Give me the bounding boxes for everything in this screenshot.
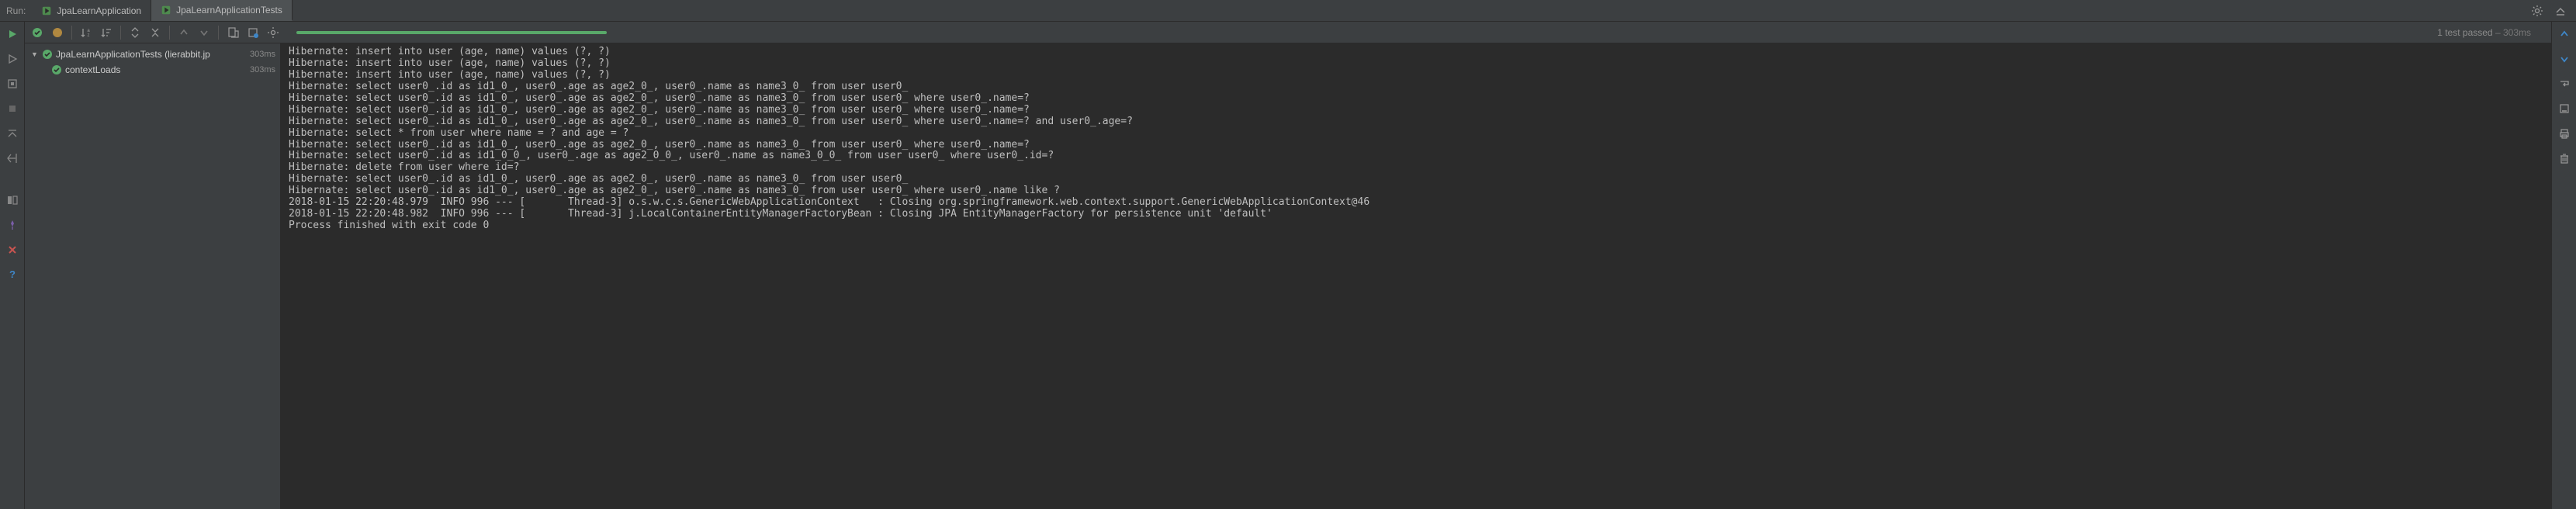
tree-test-row[interactable]: contextLoads 303ms [25, 62, 280, 78]
toggle-auto-icon[interactable] [5, 76, 20, 92]
sort-duration-icon[interactable] [99, 25, 114, 40]
layout-icon[interactable] [5, 192, 20, 208]
rerun-failed-icon[interactable] [5, 51, 20, 67]
test-status-text: 1 test passed – 303ms [2437, 27, 2547, 38]
scroll-up-icon[interactable] [2557, 26, 2572, 42]
console-line: Hibernate: select user0_.id as id1_0_, u… [289, 81, 2543, 93]
collapse-all-icon[interactable] [147, 25, 163, 40]
run-config-icon [161, 5, 171, 16]
right-gutter [2551, 22, 2576, 509]
console-line: Hibernate: select user0_.id as id1_0_, u… [289, 93, 2543, 105]
prev-failed-icon[interactable] [176, 25, 192, 40]
run-tabbar: Run: JpaLearnApplication JpaLearnApplica… [0, 0, 2576, 22]
console-line: Hibernate: select user0_.id as id1_0_, u… [289, 185, 2543, 197]
tab-jpalearnapplicationtests[interactable]: JpaLearnApplicationTests [151, 0, 293, 21]
settings-icon[interactable] [265, 25, 281, 40]
console-line: Hibernate: insert into user (age, name) … [289, 70, 2543, 81]
console-line: Hibernate: select user0_.id as id1_0_0_,… [289, 151, 2543, 162]
console-line: Hibernate: delete from user where id=? [289, 162, 2543, 174]
console-line: Process finished with exit code 0 [289, 220, 2543, 232]
console-line: Hibernate: insert into user (age, name) … [289, 58, 2543, 70]
export-icon[interactable] [225, 25, 241, 40]
console-line: Hibernate: select user0_.id as id1_0_, u… [289, 105, 2543, 116]
console-line: 2018-01-15 22:20:48.979 INFO 996 --- [ T… [289, 197, 2543, 209]
test-progress-bar [296, 31, 607, 34]
tree-test-name: contextLoads [65, 64, 120, 75]
test-tree[interactable]: ▼ JpaLearnApplicationTests (lierabbit.jp… [25, 43, 281, 509]
passed-count: 1 test passed [2437, 27, 2492, 38]
rerun-icon[interactable] [5, 26, 20, 42]
next-failed-icon[interactable] [196, 25, 212, 40]
test-ok-icon [42, 49, 53, 60]
pin-icon[interactable] [5, 217, 20, 233]
console-line: Hibernate: select * from user where name… [289, 128, 2543, 140]
tree-class-row[interactable]: ▼ JpaLearnApplicationTests (lierabbit.jp… [25, 47, 280, 62]
show-passed-icon[interactable] [29, 25, 45, 40]
tab-label: JpaLearnApplicationTests [176, 5, 282, 16]
sort-alpha-icon[interactable]: az [78, 25, 94, 40]
left-gutter: ? [0, 22, 25, 509]
tests-toolbar: az [25, 22, 2551, 43]
hide-icon[interactable] [2553, 3, 2568, 19]
gear-icon[interactable] [2529, 3, 2545, 19]
console-line: Hibernate: select user0_.id as id1_0_, u… [289, 140, 2543, 151]
run-label: Run: [3, 0, 32, 21]
svg-text:z: z [88, 33, 90, 38]
test-ok-icon [51, 64, 62, 75]
console-output[interactable]: Hibernate: insert into user (age, name) … [281, 43, 2551, 509]
import-icon[interactable] [245, 25, 261, 40]
stop-icon[interactable] [5, 101, 20, 116]
dump-threads-icon[interactable] [5, 126, 20, 141]
console-line: Hibernate: select user0_.id as id1_0_, u… [289, 174, 2543, 185]
svg-text:?: ? [9, 268, 16, 280]
soft-wrap-icon[interactable] [2557, 76, 2572, 92]
tree-test-ms: 303ms [250, 65, 280, 74]
close-icon[interactable] [5, 242, 20, 258]
tab-label: JpaLearnApplication [57, 5, 141, 16]
collapse-arrow-icon[interactable]: ▼ [31, 50, 39, 58]
tree-class-name: JpaLearnApplicationTests (lierabbit.jp [56, 49, 210, 60]
clear-all-icon[interactable] [2557, 151, 2572, 166]
scroll-down-icon[interactable] [2557, 51, 2572, 67]
scroll-to-end-icon[interactable] [2557, 101, 2572, 116]
show-ignored-icon[interactable] [50, 25, 65, 40]
run-config-icon [41, 5, 52, 16]
passed-time: 303ms [2503, 27, 2531, 38]
console-line: Hibernate: insert into user (age, name) … [289, 47, 2543, 58]
tab-jpalearnapplication[interactable]: JpaLearnApplication [32, 0, 151, 21]
help-icon[interactable]: ? [5, 267, 20, 282]
expand-all-icon[interactable] [127, 25, 143, 40]
exit-icon[interactable] [5, 151, 20, 166]
console-line: 2018-01-15 22:20:48.982 INFO 996 --- [ T… [289, 209, 2543, 220]
tree-class-ms: 303ms [250, 50, 280, 59]
console-line: Hibernate: select user0_.id as id1_0_, u… [289, 116, 2543, 128]
print-icon[interactable] [2557, 126, 2572, 141]
